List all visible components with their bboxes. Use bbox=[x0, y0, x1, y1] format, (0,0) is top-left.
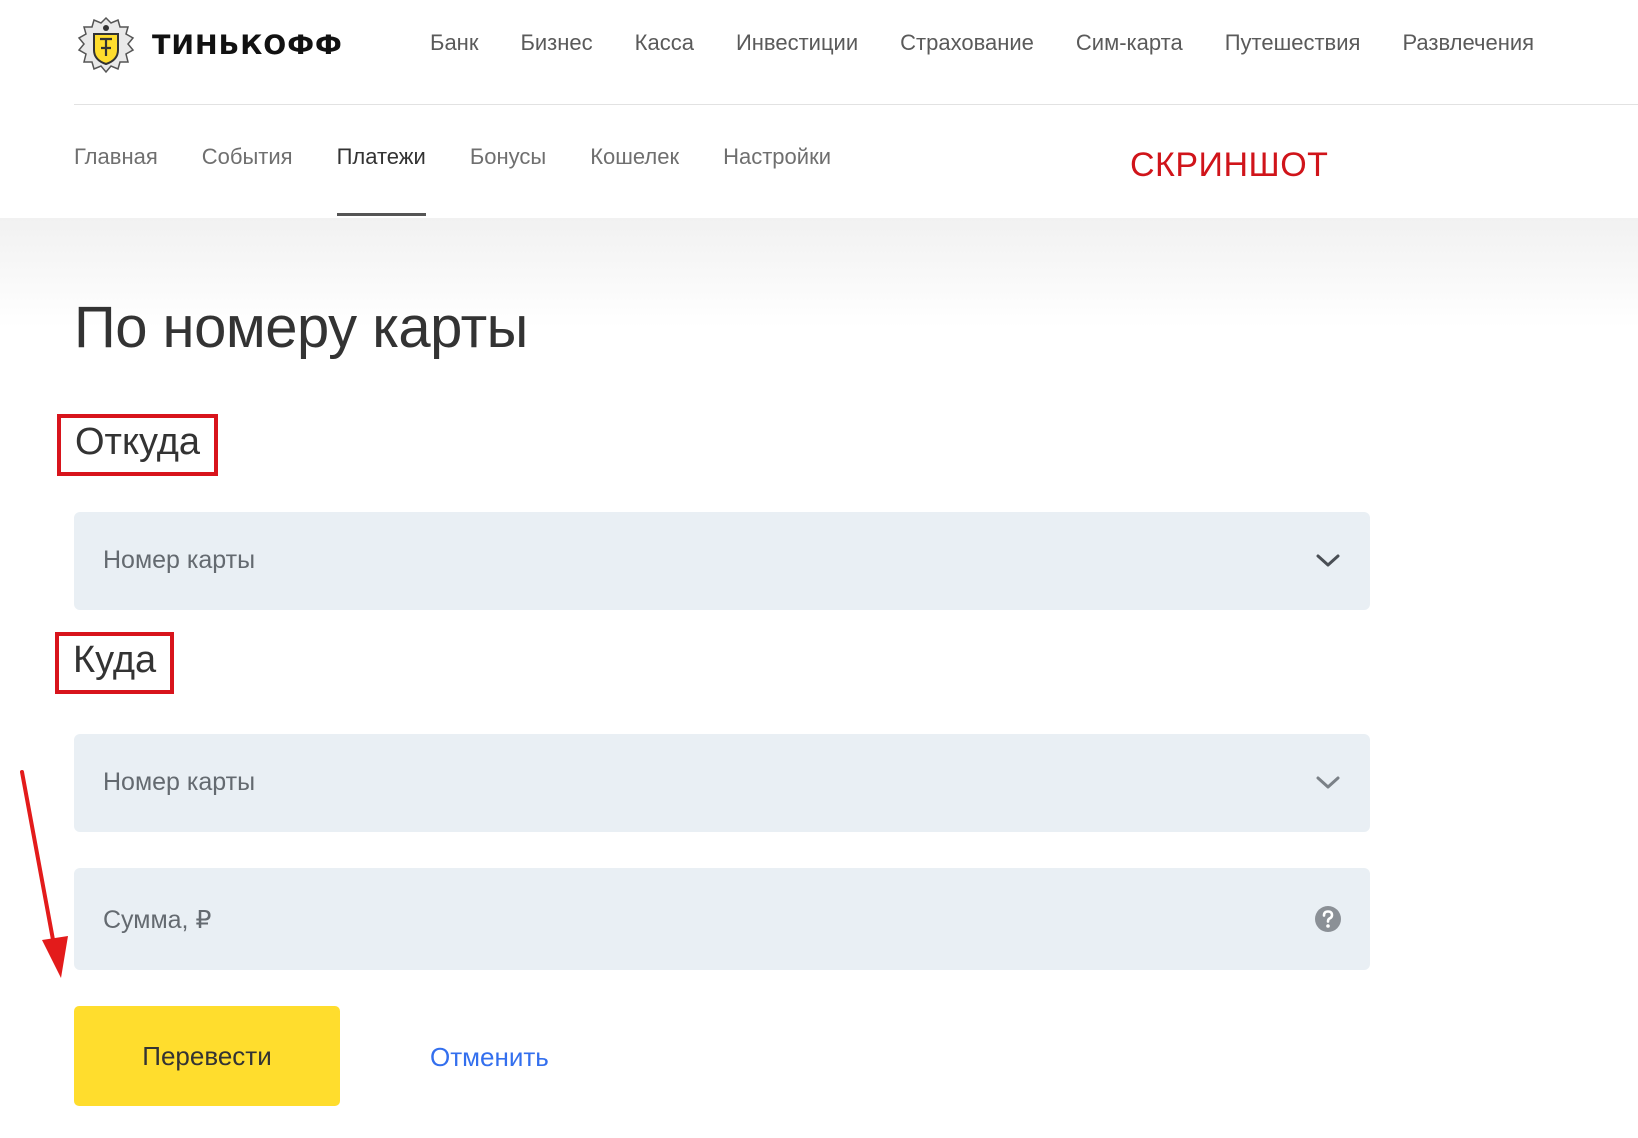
from-label: Откуда bbox=[57, 414, 219, 476]
header-divider bbox=[74, 104, 1638, 105]
question-circle-icon[interactable] bbox=[1312, 903, 1344, 935]
top-nav-investments[interactable]: Инвестиции bbox=[736, 30, 858, 56]
top-nav: Банк Бизнес Касса Инвестиции Страхование… bbox=[430, 30, 1534, 56]
tab-settings[interactable]: Настройки bbox=[723, 144, 831, 214]
red-arrow-icon bbox=[20, 770, 68, 978]
cancel-link[interactable]: Отменить bbox=[430, 1042, 549, 1073]
top-nav-business[interactable]: Бизнес bbox=[520, 30, 592, 56]
top-nav-bank[interactable]: Банк bbox=[430, 30, 478, 56]
to-label: Куда bbox=[55, 632, 175, 694]
brand-name: ТИНЬКОФФ bbox=[152, 29, 343, 61]
tab-bonuses[interactable]: Бонусы bbox=[470, 144, 546, 214]
chevron-down-icon[interactable] bbox=[1312, 767, 1344, 799]
tab-events[interactable]: События bbox=[202, 144, 293, 214]
tab-payments[interactable]: Платежи bbox=[336, 144, 427, 216]
top-nav-insurance[interactable]: Страхование bbox=[900, 30, 1034, 56]
top-header: ТИНЬКОФФ Банк Бизнес Касса Инвестиции Ст… bbox=[0, 0, 1638, 100]
tab-home[interactable]: Главная bbox=[74, 144, 158, 214]
screenshot-watermark: СКРИНШОТ bbox=[1130, 146, 1329, 184]
from-card-placeholder: Номер карты bbox=[103, 546, 256, 574]
top-nav-kassa[interactable]: Касса bbox=[635, 30, 694, 56]
page: ТИНЬКОФФ Банк Бизнес Касса Инвестиции Ст… bbox=[0, 0, 1638, 1138]
transfer-button[interactable]: Перевести bbox=[74, 1006, 340, 1106]
tinkoff-emblem-icon bbox=[77, 16, 135, 74]
top-nav-travel[interactable]: Путешествия bbox=[1225, 30, 1361, 56]
to-card-select[interactable]: Номер карты bbox=[74, 734, 1370, 832]
top-nav-entertainment[interactable]: Развлечения bbox=[1402, 30, 1534, 56]
amount-placeholder: Сумма, ₽ bbox=[103, 906, 212, 934]
chevron-down-icon[interactable] bbox=[1312, 545, 1344, 577]
to-card-placeholder: Номер карты bbox=[103, 768, 256, 796]
from-card-select[interactable]: Номер карты bbox=[74, 512, 1370, 610]
amount-input[interactable]: Сумма, ₽ bbox=[74, 868, 1370, 970]
sub-nav: Главная События Платежи Бонусы Кошелек Н… bbox=[74, 144, 831, 216]
page-title: По номеру карты bbox=[74, 295, 528, 360]
brand-logo[interactable]: ТИНЬКОФФ bbox=[74, 16, 343, 74]
top-nav-sim-card[interactable]: Сим-карта bbox=[1076, 30, 1183, 56]
tab-wallet[interactable]: Кошелек bbox=[590, 144, 679, 214]
